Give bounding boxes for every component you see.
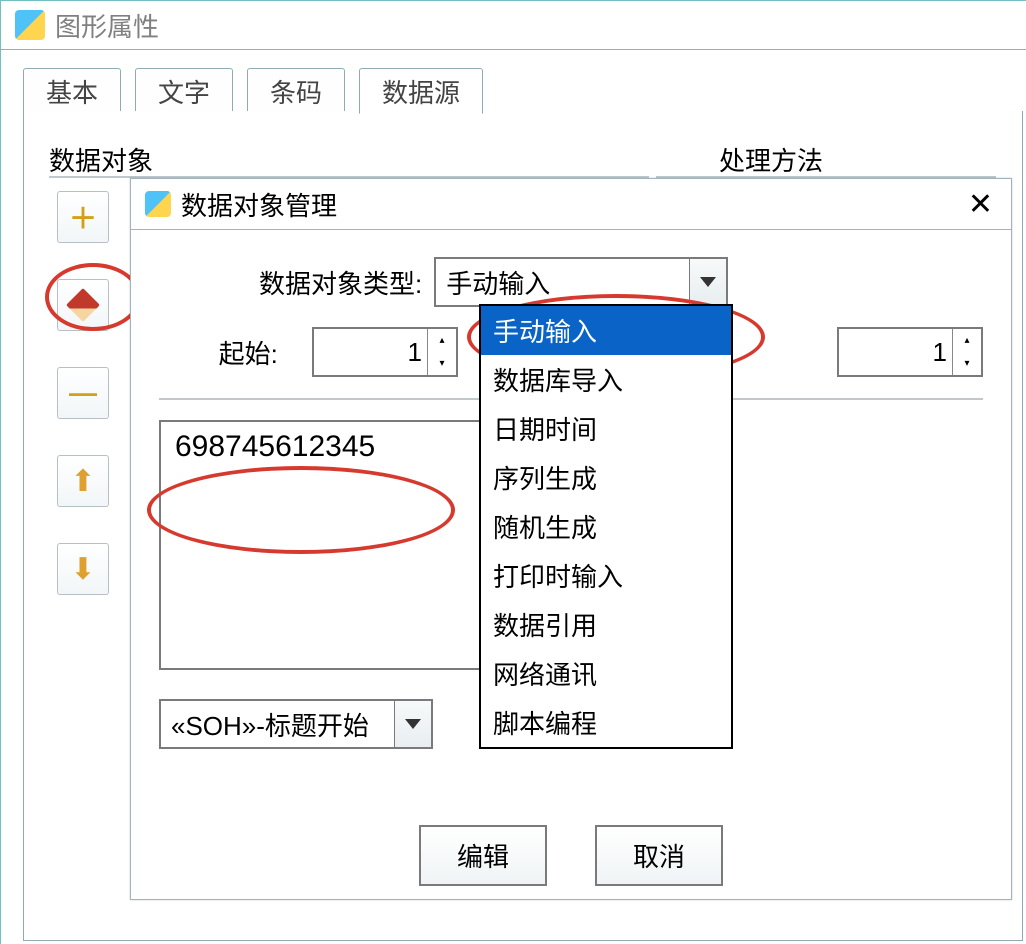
option-script[interactable]: 脚本编程 — [481, 698, 731, 747]
dialog-icon — [145, 191, 171, 217]
arrow-down-icon: ⬇ — [70, 552, 95, 587]
arrow-up-icon: ⬆ — [70, 464, 95, 499]
close-button[interactable]: ✕ — [968, 187, 993, 222]
section-process-methods: 处理方法 — [719, 141, 823, 178]
move-up-button[interactable]: ⬆ — [57, 455, 109, 507]
remove-button[interactable]: — — [57, 367, 109, 419]
parent-titlebar: 图形属性 — [1, 1, 1026, 50]
section-data-objects: 数据对象 — [49, 141, 153, 178]
add-button[interactable]: ＋ — [57, 191, 109, 243]
tab-bar: 基本 文字 条码 数据源 — [23, 68, 1026, 114]
pencil-icon — [66, 288, 100, 322]
option-print-time-input[interactable]: 打印时输入 — [481, 551, 731, 600]
tab-basic[interactable]: 基本 — [23, 68, 121, 114]
chevron-down-icon[interactable] — [394, 701, 431, 747]
control-char-combobox[interactable]: «SOH»-标题开始 — [159, 699, 433, 749]
move-down-button[interactable]: ⬇ — [57, 543, 109, 595]
data-object-dialog: 数据对象管理 ✕ 数据对象类型: 手动输入 起始: 1 ▴▾ 份数 1 ▴▾ — [130, 178, 1012, 900]
tab-text[interactable]: 文字 — [135, 68, 233, 114]
plus-icon: ＋ — [69, 197, 97, 237]
option-database-import[interactable]: 数据库导入 — [481, 355, 731, 404]
start-value: 1 — [408, 337, 422, 368]
edit-button[interactable] — [57, 279, 109, 331]
chevron-down-icon[interactable] — [689, 259, 726, 305]
option-manual-input[interactable]: 手动输入 — [481, 306, 731, 355]
dialog-buttons: 编辑 取消 — [131, 825, 1011, 886]
tab-barcode[interactable]: 条码 — [247, 68, 345, 114]
cancel-dialog-button[interactable]: 取消 — [595, 825, 723, 886]
control-char-value: «SOH»-标题开始 — [171, 706, 369, 743]
start-label: 起始: — [209, 334, 278, 371]
edit-dialog-button[interactable]: 编辑 — [419, 825, 547, 886]
type-label: 数据对象类型: — [259, 264, 422, 301]
app-icon — [15, 10, 45, 40]
dialog-title: 数据对象管理 — [181, 186, 337, 223]
option-sequence[interactable]: 序列生成 — [481, 453, 731, 502]
side-toolbar: ＋ — ⬆ ⬇ — [57, 191, 109, 595]
minus-icon: — — [69, 377, 97, 409]
parent-title: 图形属性 — [55, 7, 159, 44]
tab-datasource[interactable]: 数据源 — [359, 68, 483, 114]
dialog-titlebar: 数据对象管理 ✕ — [131, 179, 1011, 230]
option-network[interactable]: 网络通讯 — [481, 649, 731, 698]
type-dropdown-list[interactable]: 手动输入 数据库导入 日期时间 序列生成 随机生成 打印时输入 数据引用 网络通… — [479, 304, 733, 749]
type-value: 手动输入 — [446, 264, 550, 301]
start-spinner[interactable]: 1 ▴▾ — [312, 327, 458, 377]
option-data-reference[interactable]: 数据引用 — [481, 600, 731, 649]
copies-value: 1 — [933, 337, 947, 368]
option-random[interactable]: 随机生成 — [481, 502, 731, 551]
type-combobox[interactable]: 手动输入 — [434, 257, 728, 307]
option-date-time[interactable]: 日期时间 — [481, 404, 731, 453]
copies-spinner[interactable]: 1 ▴▾ — [837, 327, 983, 377]
